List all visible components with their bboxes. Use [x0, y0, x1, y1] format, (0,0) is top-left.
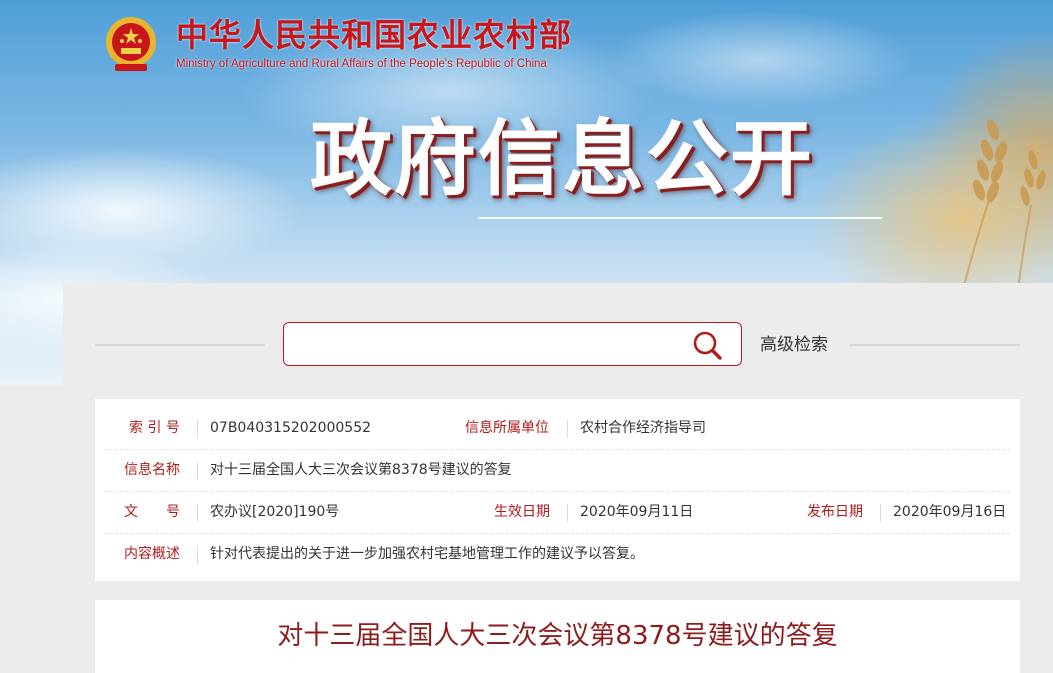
name-value: 对十三届全国人大三次会议第8378号建议的答复: [210, 462, 512, 478]
search-box[interactable]: [283, 322, 742, 366]
separator: [567, 420, 568, 438]
separator: [197, 420, 198, 438]
org-label: 信息所属单位: [465, 420, 549, 436]
meta-row-doc: 文 号 农办议[2020]190号 生效日期 2020年09月11日 发布日期 …: [105, 492, 1010, 534]
article-body: 对十三届全国人大三次会议第8378号建议的答复: [95, 600, 1020, 673]
wheat-decoration: [962, 119, 1046, 290]
meta-row-index: 索 引 号 07B040315202000552 信息所属单位 农村合作经济指导…: [105, 408, 1010, 450]
publish-value: 2020年09月16日: [893, 504, 1007, 520]
index-label: 索 引 号: [129, 420, 180, 436]
meta-row-summary: 内容概述 针对代表提出的关于进一步加强农村宅基地管理工作的建议予以答复。: [105, 534, 1010, 575]
separator: [567, 504, 568, 522]
summary-value: 针对代表提出的关于进一步加强农村宅基地管理工作的建议予以答复。: [210, 546, 644, 562]
summary-label: 内容概述: [124, 546, 180, 562]
separator: [880, 504, 881, 522]
banner-title: 政府信息公开: [310, 112, 815, 207]
separator: [197, 504, 198, 522]
search-input[interactable]: [294, 331, 688, 359]
divider-left: [95, 344, 265, 346]
meta-row-name: 信息名称 对十三届全国人大三次会议第8378号建议的答复: [105, 450, 1010, 492]
doc-value: 农办议[2020]190号: [210, 504, 340, 520]
publish-label: 发布日期: [807, 504, 863, 520]
org-value: 农村合作经济指导司: [580, 420, 706, 436]
article-title: 对十三届全国人大三次会议第8378号建议的答复: [277, 621, 838, 651]
national-emblem-icon: [106, 17, 156, 71]
name-label: 信息名称: [124, 462, 180, 478]
separator: [197, 462, 198, 480]
doc-label: 文 号: [124, 504, 180, 520]
banner-underline: [478, 217, 882, 219]
effective-value: 2020年09月11日: [580, 504, 694, 520]
search-icon[interactable]: [692, 330, 722, 360]
index-value: 07B040315202000552: [210, 420, 372, 436]
separator: [197, 546, 198, 564]
info-meta-table: 索 引 号 07B040315202000552 信息所属单位 农村合作经济指导…: [95, 399, 1020, 581]
effective-label: 生效日期: [494, 504, 550, 520]
ministry-name-en: Ministry of Agriculture and Rural Affair…: [176, 58, 547, 70]
ministry-name-cn: 中华人民共和国农业农村部: [176, 16, 573, 54]
advanced-search-link[interactable]: 高级检索: [760, 333, 828, 357]
divider-right: [850, 344, 1020, 346]
